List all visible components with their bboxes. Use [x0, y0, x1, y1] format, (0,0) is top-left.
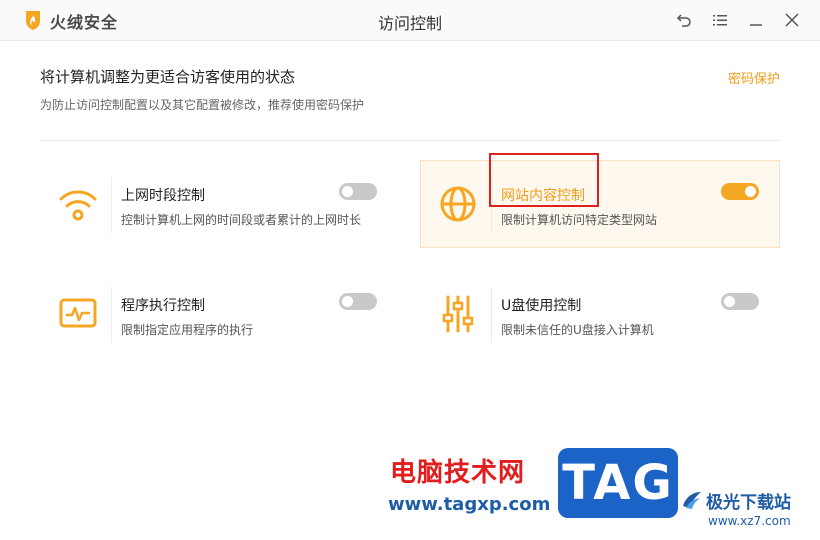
undo-arrow-icon	[676, 14, 691, 27]
card-description: 限制未信任的U盘接入计算机	[501, 323, 654, 337]
card-title: 程序执行控制	[121, 298, 205, 314]
card-usb-control[interactable]: U盘使用控制 限制未信任的U盘接入计算机	[420, 270, 780, 358]
card-title: U盘使用控制	[501, 298, 582, 314]
wifi-icon	[59, 190, 97, 221]
usb-control-toggle[interactable]	[721, 293, 759, 310]
minimize-icon	[750, 24, 762, 26]
card-description: 控制计算机上网的时间段或者累计的上网时长	[121, 213, 362, 227]
back-button[interactable]	[674, 10, 694, 30]
toggle-knob	[342, 186, 353, 197]
card-website-control[interactable]: 网站内容控制 限制计算机访问特定类型网站	[420, 160, 780, 248]
menu-list-icon	[713, 15, 727, 26]
card-separator	[111, 177, 112, 233]
card-separator	[491, 177, 492, 233]
watermark-site-url: www.tagxp.com	[388, 494, 551, 515]
title-bar: 火绒安全 访问控制	[0, 0, 820, 41]
page-title: 将计算机调整为更适合访客使用的状态	[40, 68, 296, 86]
watermark-partner-url: www.xz7.com	[708, 514, 791, 528]
toggle-knob	[724, 296, 735, 307]
window-title: 访问控制	[377, 14, 442, 33]
monitor-pulse-icon	[59, 298, 97, 328]
menu-button[interactable]	[710, 10, 730, 30]
globe-icon	[440, 186, 476, 222]
page-subtitle: 为防止访问控制配置以及其它配置被修改，推荐使用密码保护	[40, 98, 365, 112]
toggle-knob	[342, 296, 353, 307]
watermark-partner-name: 极光下载站	[706, 493, 791, 513]
sliders-icon	[442, 295, 474, 333]
card-description: 限制计算机访问特定类型网站	[501, 213, 658, 227]
program-control-toggle[interactable]	[339, 293, 377, 310]
card-program-control[interactable]: 程序执行控制 限制指定应用程序的执行	[40, 270, 398, 358]
time-control-toggle[interactable]	[339, 183, 377, 200]
close-icon	[785, 13, 799, 27]
password-protect-link[interactable]: 密码保护	[728, 68, 780, 87]
card-title: 网站内容控制	[501, 188, 585, 204]
toggle-knob	[745, 186, 756, 197]
close-button[interactable]	[782, 10, 802, 30]
aurora-logo-icon	[683, 492, 701, 509]
website-control-toggle[interactable]	[721, 183, 759, 200]
card-separator	[491, 287, 492, 343]
card-description: 限制指定应用程序的执行	[121, 323, 254, 337]
card-title: 上网时段控制	[121, 188, 205, 204]
watermark-tag-logo: TAG	[558, 448, 678, 518]
watermark-site-name: 电脑技术网	[390, 458, 526, 488]
divider	[40, 140, 780, 141]
minimize-button[interactable]	[746, 10, 766, 30]
card-separator	[111, 287, 112, 343]
card-time-control[interactable]: 上网时段控制 控制计算机上网的时间段或者累计的上网时长	[40, 160, 398, 248]
